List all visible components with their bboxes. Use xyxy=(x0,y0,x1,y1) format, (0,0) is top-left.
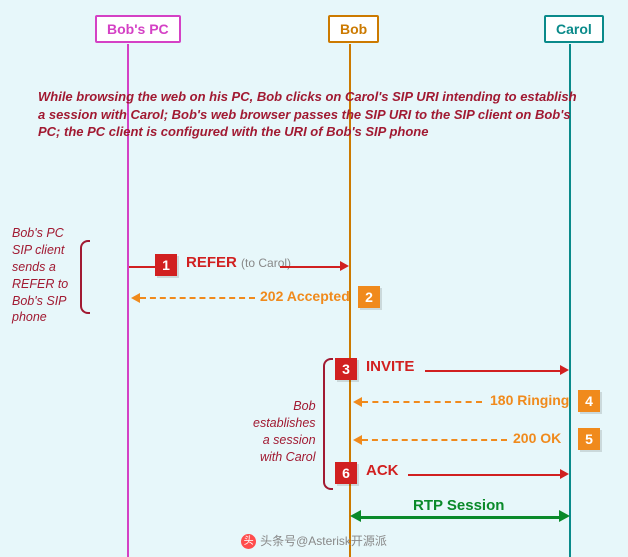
step-4-box: 4 xyxy=(578,390,600,412)
step-number: 5 xyxy=(585,431,593,447)
actor-bob: Bob xyxy=(328,15,379,43)
step-number: 6 xyxy=(342,465,350,481)
arrow-5-head xyxy=(353,435,362,445)
step-number: 1 xyxy=(162,257,170,273)
intro-text: While browsing the web on his PC, Bob cl… xyxy=(38,88,578,141)
actor-label: Bob xyxy=(340,21,367,37)
arrow-6 xyxy=(408,474,562,476)
msg-text: REFER xyxy=(186,254,237,271)
arrow-4-head xyxy=(353,397,362,407)
rtp-line xyxy=(360,516,560,519)
actor-bobs-pc: Bob's PC xyxy=(95,15,181,43)
watermark-text: 头条号@Asterisk开源派 xyxy=(260,534,387,548)
step-2-box: 2 xyxy=(358,286,380,308)
side-note-refer: Bob's PC SIP client sends a REFER to Bob… xyxy=(12,225,68,326)
actor-label: Bob's PC xyxy=(107,21,169,37)
step-6-label: ACK xyxy=(366,462,399,479)
arrow-1 xyxy=(280,266,342,268)
step-5-label: 200 OK xyxy=(513,430,561,446)
watermark: 头头条号@Asterisk开源派 xyxy=(0,532,628,549)
arrow-2-head xyxy=(131,293,140,303)
brace-1 xyxy=(80,240,90,314)
side-note-session: Bob establishes a session with Carol xyxy=(253,398,316,466)
actor-label: Carol xyxy=(556,21,592,37)
brace-2 xyxy=(323,358,333,490)
arrow-3 xyxy=(425,370,562,372)
actor-carol: Carol xyxy=(544,15,604,43)
step-3-label: INVITE xyxy=(366,358,414,375)
arrow-6-head xyxy=(560,469,569,479)
rtp-label: RTP Session xyxy=(413,497,504,514)
arrow-3-head xyxy=(560,365,569,375)
step-6-box: 6 xyxy=(335,462,357,484)
step-number: 2 xyxy=(365,289,373,305)
step-1-box: 1 xyxy=(155,254,177,276)
step-number: 3 xyxy=(342,361,350,377)
arrow-1-tail xyxy=(129,266,155,268)
arrow-1-head xyxy=(340,261,349,271)
step-5-box: 5 xyxy=(578,428,600,450)
rtp-head-right xyxy=(559,510,570,522)
step-number: 4 xyxy=(585,393,593,409)
watermark-icon: 头 xyxy=(241,534,256,549)
step-2-label: 202 Accepted xyxy=(260,288,350,304)
step-3-box: 3 xyxy=(335,358,357,380)
rtp-head-left xyxy=(350,510,361,522)
step-4-label: 180 Ringing xyxy=(490,392,569,408)
step-1-label: REFER (to Carol) xyxy=(186,254,291,271)
